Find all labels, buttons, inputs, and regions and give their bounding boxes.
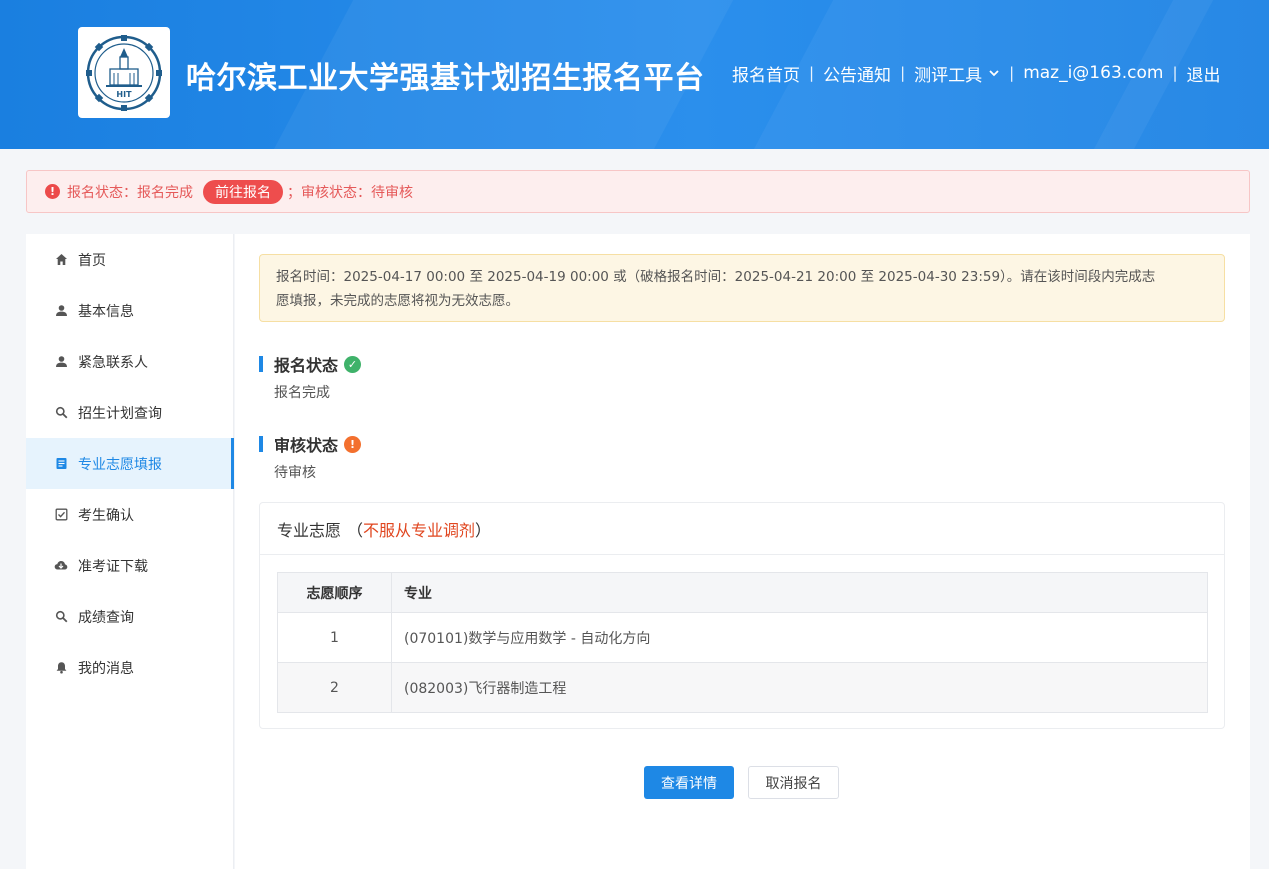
sidebar-item-emergency-contact[interactable]: 紧急联系人 [26, 336, 233, 387]
nav-separator: | [1009, 64, 1015, 82]
cell-order: 1 [277, 612, 392, 663]
cloud-download-icon [54, 559, 68, 573]
exclamation-circle-icon: ! [344, 435, 362, 453]
exclamation-icon: ! [45, 184, 60, 199]
alert-review-status: ；审核状态：待审核 [287, 184, 413, 201]
search-icon [54, 406, 68, 420]
reg-status-title: 报名状态 [274, 356, 339, 375]
sidebar-item-enrollment-plan[interactable]: 招生计划查询 [26, 387, 233, 438]
cancel-registration-button[interactable]: 取消报名 [748, 766, 839, 799]
sidebar-item-label: 准考证下载 [78, 558, 148, 575]
notice-line: 报名时间：2025-04-17 00:00 至 2025-04-19 00:00… [276, 269, 1156, 285]
check-circle-icon: ✓ [344, 355, 362, 373]
sidebar-item-label: 考生确认 [78, 507, 134, 524]
table-header-row: 志愿顺序 专业 [277, 572, 1208, 613]
top-header: HIT 哈尔滨工业大学强基计划招生报名平台 报名首页 | 公告通知 | 测评工具… [0, 0, 1269, 149]
sidebar-item-score-query[interactable]: 成绩查询 [26, 591, 233, 642]
table-row: 1 (070101)数学与应用数学 - 自动化方向 [277, 612, 1208, 663]
registration-time-notice: 报名时间：2025-04-17 00:00 至 2025-04-19 00:00… [259, 254, 1225, 322]
notice-line: 愿填报，未完成的志愿将视为无效志愿。 [276, 293, 519, 309]
volunteer-card-header: 专业志愿 （ 不服从专业调剂 ） [260, 503, 1224, 555]
chevron-down-icon [989, 70, 999, 77]
cell-major: (082003)飞行器制造工程 [391, 662, 1208, 713]
review-status-heading: 审核状态 ! [259, 432, 362, 456]
go-register-button[interactable]: 前往报名 [203, 179, 283, 204]
sidebar-item-major-preference[interactable]: 专业志愿填报 [26, 438, 234, 489]
user-icon [54, 355, 68, 369]
sidebar-item-basic-info[interactable]: 基本信息 [26, 285, 233, 336]
sidebar-item-messages[interactable]: 我的消息 [26, 642, 233, 693]
nav-announcements[interactable]: 公告通知 [823, 61, 891, 86]
column-header-major: 专业 [391, 572, 1208, 613]
svg-text:HIT: HIT [116, 90, 132, 99]
sidebar-item-label: 我的消息 [78, 660, 134, 677]
cell-major: (070101)数学与应用数学 - 自动化方向 [391, 612, 1208, 663]
status-alert: ! 报名状态：报名完成 前往报名 ；审核状态：待审核 [26, 170, 1250, 213]
nav-logout[interactable]: 退出 [1187, 61, 1221, 86]
user-icon [54, 304, 68, 318]
document-icon [54, 457, 68, 471]
view-details-button[interactable]: 查看详情 [644, 766, 734, 799]
review-status-value: 待审核 [274, 465, 316, 481]
volunteer-title: 专业志愿 [277, 520, 342, 540]
search-icon [54, 610, 68, 624]
paren-open: （ [347, 520, 364, 540]
reg-status-heading: 报名状态 ✓ [259, 352, 362, 376]
reg-status-value: 报名完成 [274, 385, 330, 401]
sidebar-item-label: 专业志愿填报 [78, 456, 162, 473]
sidebar-item-home[interactable]: 首页 [26, 234, 233, 285]
sidebar-item-label: 紧急联系人 [78, 354, 148, 371]
top-nav: 报名首页 | 公告通知 | 测评工具 | maz_i@163.com | 退出 [732, 61, 1221, 86]
nav-separator: | [809, 64, 815, 82]
sidebar-item-label: 成绩查询 [78, 609, 134, 626]
logo-emblem-icon: HIT [86, 34, 162, 111]
table-row: 2 (082003)飞行器制造工程 [277, 662, 1208, 713]
heading-accent-bar [259, 436, 263, 452]
paren-close: ） [475, 520, 492, 540]
university-logo[interactable]: HIT [78, 27, 170, 118]
checkbox-icon [54, 508, 68, 522]
bell-icon [54, 661, 68, 675]
sidebar-item-candidate-confirm[interactable]: 考生确认 [26, 489, 233, 540]
nav-assessment-tools-label: 测评工具 [914, 65, 983, 86]
nav-assessment-tools[interactable]: 测评工具 [914, 61, 1000, 86]
nav-separator: | [1172, 64, 1178, 82]
sidebar-item-label: 招生计划查询 [78, 405, 162, 422]
alert-reg-status: 报名状态：报名完成 [67, 184, 193, 201]
review-status-title: 审核状态 [274, 436, 339, 455]
column-header-order: 志愿顺序 [277, 572, 392, 613]
nav-user-email[interactable]: maz_i@163.com [1023, 63, 1163, 83]
volunteer-card: 专业志愿 （ 不服从专业调剂 ） 志愿顺序 专业 1 (070101)数学与应用… [259, 502, 1225, 729]
sidebar: 首页 基本信息 紧急联系人 招生计划查询 专业志愿填报 考生确认 准考证下载 成… [26, 234, 234, 869]
main-content: 报名时间：2025-04-17 00:00 至 2025-04-19 00:00… [235, 234, 1250, 869]
nav-separator: | [900, 64, 906, 82]
sidebar-item-label: 首页 [78, 252, 106, 269]
cell-order: 2 [277, 662, 392, 713]
adjustment-status: 不服从专业调剂 [363, 520, 476, 540]
home-icon [54, 253, 68, 267]
sidebar-item-label: 基本信息 [78, 303, 134, 320]
volunteer-table: 志愿顺序 专业 1 (070101)数学与应用数学 - 自动化方向 2 (082… [277, 572, 1208, 713]
heading-accent-bar [259, 356, 263, 372]
nav-register-home[interactable]: 报名首页 [732, 61, 800, 86]
site-title: 哈尔滨工业大学强基计划招生报名平台 [186, 61, 705, 96]
sidebar-item-admission-ticket[interactable]: 准考证下载 [26, 540, 233, 591]
